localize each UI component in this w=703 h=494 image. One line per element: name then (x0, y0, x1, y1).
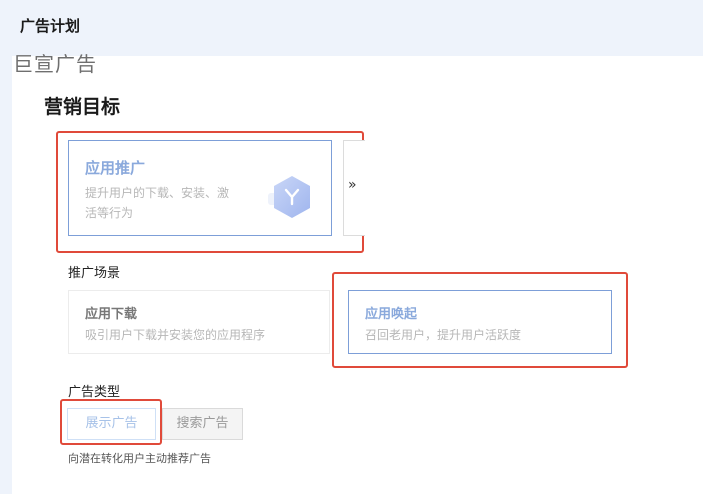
search-ad-button[interactable]: 搜索广告 (162, 408, 243, 440)
left-gutter (0, 56, 12, 494)
scene-download-desc: 吸引用户下载并安装您的应用程序 (85, 328, 266, 342)
ad-type-label: 广告类型 (68, 385, 121, 400)
goal-card-desc-line2: 活等行为 (85, 206, 134, 220)
scene-label: 推广场景 (68, 266, 121, 281)
hexagon-y-icon (266, 171, 318, 223)
page-title: 广告计划 (20, 17, 81, 35)
scene-card-app-download[interactable]: 应用下载 吸引用户下载并安装您的应用程序 (68, 290, 330, 354)
scene-wakeup-title: 应用唤起 (365, 307, 418, 322)
ad-type-hint: 向潜在转化用户主动推荐广告 (68, 452, 211, 465)
double-chevron-right-icon: » (348, 177, 357, 193)
goal-card-app-promotion[interactable]: 应用推广 提升用户的下载、安装、激 活等行为 (68, 140, 332, 236)
goal-card-title: 应用推广 (85, 159, 146, 177)
scene-wakeup-desc: 召回老用户，提升用户活跃度 (365, 328, 522, 342)
scene-download-title: 应用下载 (85, 307, 138, 322)
goal-card-desc-line1: 提升用户的下载、安装、激 (85, 186, 230, 200)
marketing-goal-title: 营销目标 (44, 96, 121, 118)
display-ad-button[interactable]: 展示广告 (67, 408, 156, 440)
page-header (0, 0, 703, 56)
brand-overlay-text: 巨宣广告 (13, 52, 97, 76)
goal-carousel-next[interactable]: » (343, 140, 365, 236)
scene-card-app-wakeup[interactable]: 应用唤起 召回老用户，提升用户活跃度 (348, 290, 612, 354)
